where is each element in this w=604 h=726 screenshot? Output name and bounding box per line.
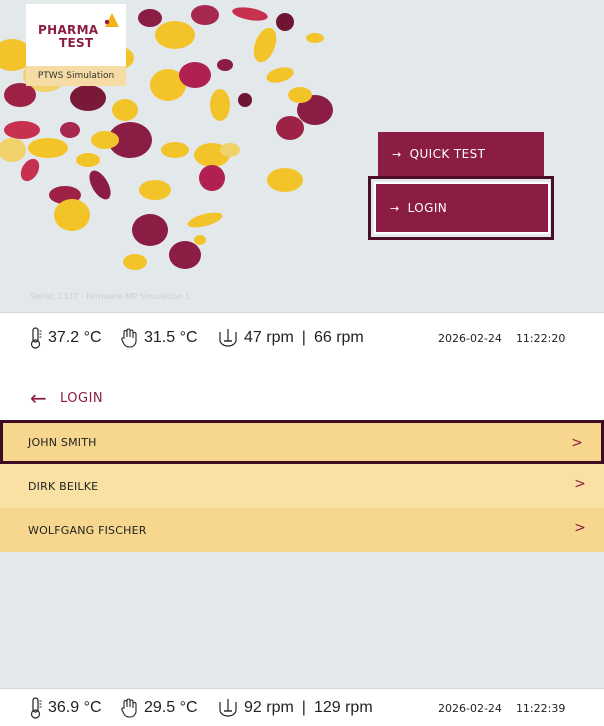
status-bar: 36.9 °C 29.5 °C 92 rpm | 129 rpm 2026-02… bbox=[0, 688, 604, 726]
hand-icon bbox=[121, 698, 137, 718]
user-item-john-smith[interactable]: JOHN SMITH > bbox=[0, 420, 604, 464]
stirrer-icon bbox=[219, 329, 237, 347]
time: 11:22:20 bbox=[515, 331, 566, 345]
rpm-separator: | bbox=[301, 329, 306, 346]
status-bar: 37.2 °C 31.5 °C 47 rpm | 66 rpm 2026-02-… bbox=[0, 312, 604, 362]
arrow-right-icon: → bbox=[390, 201, 400, 215]
user-item-wolfgang-fischer[interactable]: WOLFGANG FISCHER > bbox=[0, 508, 604, 552]
time: 11:22:39 bbox=[515, 701, 566, 715]
temperature-1-value: 36.9 °C bbox=[48, 699, 102, 716]
user-item-dirk-beilke[interactable]: DIRK BEILKE > bbox=[0, 464, 604, 508]
temperature-2: 31.5 °C bbox=[120, 313, 198, 362]
temperature-2: 29.5 °C bbox=[120, 689, 198, 726]
temperature-1: 36.9 °C bbox=[30, 689, 102, 726]
date: 2026-02-24 bbox=[438, 331, 502, 345]
rpm-2-value: 66 rpm bbox=[313, 329, 364, 346]
rpm-2-value: 129 rpm bbox=[313, 699, 373, 716]
datetime: 2026-02-24 11:22:20 bbox=[438, 313, 565, 362]
datetime: 2026-02-24 11:22:39 bbox=[438, 689, 565, 726]
user-name: WOLFGANG FISCHER bbox=[28, 523, 147, 537]
user-name: JOHN SMITH bbox=[28, 435, 97, 449]
quick-test-label: QUICK TEST bbox=[409, 147, 486, 161]
temperature-2-value: 29.5 °C bbox=[144, 699, 198, 716]
stirrer-icon bbox=[219, 699, 237, 717]
logo-triangle-icon bbox=[104, 13, 119, 27]
user-name: DIRK BEILKE bbox=[28, 479, 99, 493]
logo-line-2: TEST bbox=[59, 36, 94, 50]
chevron-right-icon: > bbox=[571, 435, 583, 451]
serial-info: Serial: 1337 - Firmware MP Simulation 1 bbox=[30, 292, 190, 301]
thermometer-icon bbox=[30, 327, 42, 349]
login-label: LOGIN bbox=[407, 201, 448, 215]
date: 2026-02-24 bbox=[438, 701, 502, 715]
page-title: LOGIN bbox=[60, 391, 104, 406]
hand-icon bbox=[121, 328, 137, 348]
arrow-right-icon: → bbox=[392, 147, 402, 161]
rpm-readout: 92 rpm | 129 rpm bbox=[218, 689, 373, 726]
rpm-1-value: 92 rpm bbox=[244, 699, 294, 716]
quick-test-button[interactable]: → QUICK TEST bbox=[378, 132, 544, 176]
ptws-simulation-badge: PTWS Simulation bbox=[26, 66, 126, 86]
logo-line-1: PHARMA bbox=[38, 23, 99, 37]
rpm-1-value: 47 rpm bbox=[244, 329, 294, 346]
rpm-separator: | bbox=[301, 699, 306, 716]
temperature-1: 37.2 °C bbox=[30, 313, 102, 362]
home-screen: PHARMA TEST PTWS Simulation → QUICK TEST… bbox=[0, 0, 604, 362]
chevron-right-icon: > bbox=[574, 520, 586, 536]
temperature-1-value: 37.2 °C bbox=[48, 329, 102, 346]
login-header: ← LOGIN bbox=[0, 376, 604, 420]
chevron-right-icon: > bbox=[574, 476, 586, 492]
login-screen: ← LOGIN JOHN SMITH > DIRK BEILKE > WOLFG… bbox=[0, 376, 604, 726]
rpm-readout: 47 rpm | 66 rpm bbox=[218, 313, 364, 362]
login-button[interactable]: → LOGIN bbox=[374, 182, 550, 234]
temperature-2-value: 31.5 °C bbox=[144, 329, 198, 346]
logo-text: PHARMA TEST bbox=[38, 24, 98, 50]
back-arrow-icon[interactable]: ← bbox=[30, 388, 47, 408]
thermometer-icon bbox=[30, 697, 42, 719]
